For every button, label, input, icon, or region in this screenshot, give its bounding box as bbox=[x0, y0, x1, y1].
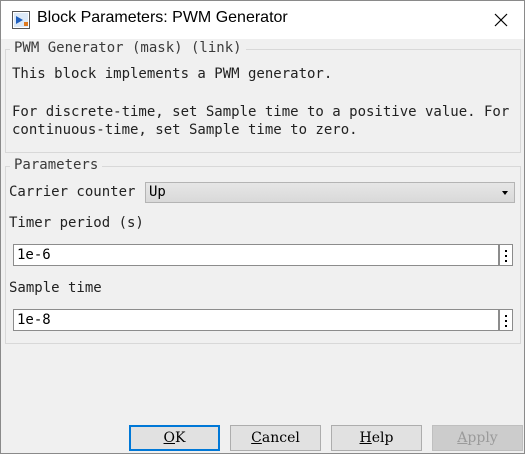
timer-period-options-button[interactable] bbox=[499, 244, 513, 266]
more-options-icon-dot bbox=[505, 325, 507, 327]
help-mnemonic: H bbox=[359, 430, 372, 446]
carrier-counter-value: Up bbox=[149, 184, 166, 200]
help-button[interactable]: Help bbox=[331, 425, 422, 451]
ok-button[interactable]: OK bbox=[129, 425, 220, 451]
chevron-down-icon bbox=[502, 191, 508, 195]
ok-mnemonic: O bbox=[163, 430, 175, 446]
parameters-group-legend: Parameters bbox=[10, 157, 103, 173]
close-icon bbox=[494, 13, 508, 27]
cancel-mnemonic: C bbox=[251, 430, 262, 446]
apply-button[interactable]: Apply bbox=[432, 425, 523, 451]
ok-label-rest: K bbox=[175, 430, 186, 446]
sample-time-input[interactable]: 1e-8 bbox=[13, 309, 499, 331]
more-options-icon bbox=[505, 250, 507, 252]
timer-period-value: 1e-6 bbox=[17, 247, 51, 263]
help-label-rest: elp bbox=[371, 430, 394, 446]
sample-time-label: Sample time bbox=[9, 280, 102, 296]
description-line-3: continuous-time, set Sample time to zero… bbox=[12, 122, 358, 138]
sample-time-value: 1e-8 bbox=[17, 312, 51, 328]
window-title: Block Parameters: PWM Generator bbox=[37, 9, 288, 26]
simulink-block-icon bbox=[12, 11, 30, 29]
mask-description-group: PWM Generator (mask) (link) This block i… bbox=[5, 40, 521, 153]
cancel-label-rest: ancel bbox=[261, 430, 300, 446]
sample-time-options-button[interactable] bbox=[499, 309, 513, 331]
apply-label-rest: pply bbox=[467, 430, 498, 446]
title-bar[interactable]: Block Parameters: PWM Generator bbox=[1, 1, 524, 39]
block-parameters-dialog: Block Parameters: PWM Generator PWM Gene… bbox=[0, 0, 525, 454]
timer-period-label: Timer period (s) bbox=[9, 215, 144, 231]
carrier-counter-label: Carrier counter bbox=[9, 184, 136, 200]
cancel-button[interactable]: Cancel bbox=[230, 425, 321, 451]
description-line-2: For discrete-time, set Sample time to a … bbox=[12, 104, 510, 120]
carrier-counter-select[interactable]: Up bbox=[145, 182, 515, 203]
mask-group-legend: PWM Generator (mask) (link) bbox=[10, 40, 246, 56]
more-options-icon bbox=[505, 315, 507, 317]
apply-mnemonic: A bbox=[457, 430, 468, 446]
more-options-icon-dot bbox=[505, 255, 507, 257]
description-line-1: This block implements a PWM generator. bbox=[12, 66, 333, 82]
close-button[interactable] bbox=[478, 1, 524, 39]
more-options-icon-dot bbox=[505, 260, 507, 262]
more-options-icon-dot bbox=[505, 320, 507, 322]
timer-period-input[interactable]: 1e-6 bbox=[13, 244, 499, 266]
